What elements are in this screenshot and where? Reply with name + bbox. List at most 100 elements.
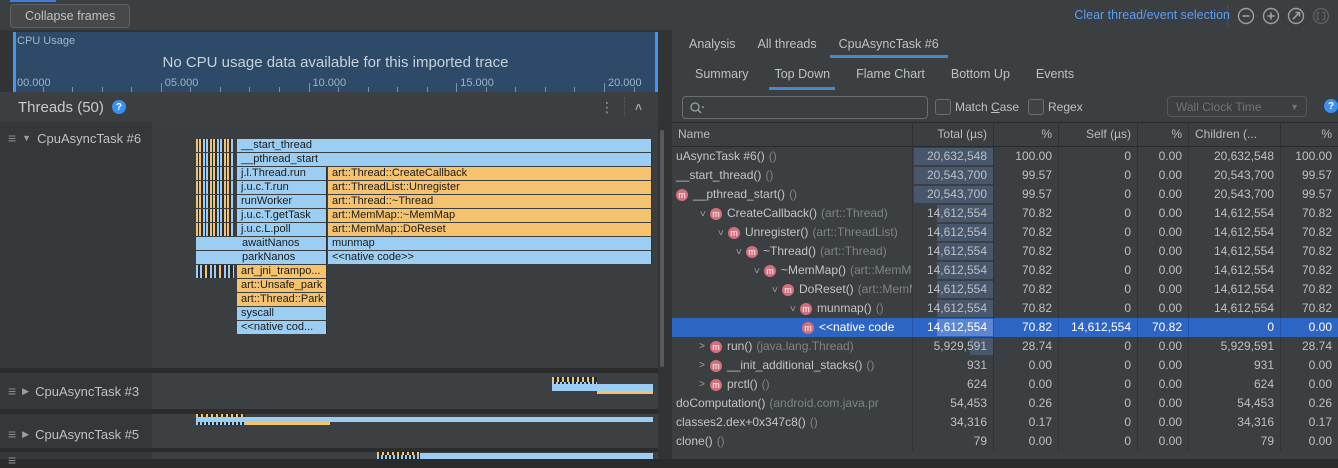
call-bar[interactable]: j.u.c.T.run <box>237 181 327 194</box>
call-bar[interactable]: j.u.c.L.poll <box>237 223 327 236</box>
expand-thread-icon[interactable]: ▶ <box>22 429 29 440</box>
thread-activity-bar[interactable] <box>552 384 653 391</box>
call-bar[interactable]: syscall <box>237 307 327 320</box>
search-icon[interactable] <box>689 101 705 115</box>
call-bar[interactable]: <<native code>> <box>328 251 652 264</box>
tree-row[interactable]: m<<native code14,612,55470.8214,612,5547… <box>672 318 1338 337</box>
collapse-node-icon[interactable]: > <box>747 263 766 279</box>
drag-handle-icon[interactable]: ≡ <box>8 452 16 468</box>
call-slices[interactable] <box>196 209 233 222</box>
tree-row[interactable]: uAsyncTask #6()()20,632,548100.0000.0020… <box>672 147 1338 166</box>
call-bar[interactable]: awaitNanos <box>196 237 327 250</box>
tree-row[interactable]: >mCreateCallback()(art::Thread)14,612,55… <box>672 204 1338 223</box>
thread-activity-bar[interactable] <box>420 453 653 459</box>
threads-options-icon[interactable]: ⋮ <box>600 99 614 116</box>
tree-row[interactable]: __start_thread()()20,543,70099.5700.0020… <box>672 166 1338 185</box>
tree-row[interactable]: >m~Thread()(art::Thread)14,612,55470.820… <box>672 242 1338 261</box>
collapse-node-icon[interactable]: > <box>783 301 802 317</box>
column-header-1[interactable]: Total (µs) <box>912 123 993 146</box>
column-header-2[interactable]: % <box>993 123 1058 146</box>
collapse-panel-icon[interactable]: > <box>631 103 645 110</box>
call-bar[interactable]: art::Thread::Park <box>237 293 327 306</box>
call-bar[interactable]: art::MemMap::DoReset <box>328 223 652 236</box>
tree-row[interactable]: >mUnregister()(art::ThreadList)14,612,55… <box>672 223 1338 242</box>
call-bar[interactable]: munmap <box>328 237 652 250</box>
regex-checkbox[interactable] <box>1028 99 1044 115</box>
subtab-bottom-up[interactable]: Bottom Up <box>938 59 1023 90</box>
collapse-frames-button[interactable]: Collapse frames <box>10 4 130 28</box>
call-slices[interactable] <box>196 265 234 278</box>
call-bar[interactable]: art_jni_trampo... <box>237 265 327 278</box>
call-bar[interactable]: __pthread_start <box>237 153 652 166</box>
tree-row[interactable]: >mmunmap()()14,612,55470.8200.0014,612,5… <box>672 299 1338 318</box>
tree-row[interactable]: >m~MemMap()(art::MemM14,612,55470.8200.0… <box>672 261 1338 280</box>
panel-divider[interactable] <box>658 30 672 459</box>
tree-row[interactable]: >mrun()(java.lang.Thread)5,929,59128.740… <box>672 337 1338 356</box>
thread-activity-bar[interactable] <box>597 391 653 394</box>
call-bar[interactable]: art::Thread::CreateCallback <box>328 167 652 180</box>
collapse-node-icon[interactable]: > <box>711 225 730 241</box>
thread-row-cpuasynctask-6[interactable]: ≡▼CpuAsyncTask #6__start_thread__pthread… <box>0 122 660 368</box>
call-bar[interactable]: parkNanos <box>196 251 327 264</box>
collapse-node-icon[interactable]: > <box>729 244 748 260</box>
call-bar[interactable]: __start_thread <box>237 139 652 152</box>
match-case-checkbox[interactable] <box>935 99 951 115</box>
collapse-node-icon[interactable]: > <box>693 206 712 222</box>
clock-type-dropdown[interactable]: Wall Clock Time ▼ <box>1167 96 1307 117</box>
thread-activity-bar[interactable] <box>245 422 330 425</box>
tree-row[interactable]: >mprctl()()6240.0000.006240.00 <box>672 375 1338 394</box>
regex-label[interactable]: Regex <box>1048 100 1083 114</box>
collapse-node-icon[interactable]: > <box>765 282 784 298</box>
thread-row-partial[interactable]: ≡ <box>0 452 660 459</box>
call-slices[interactable] <box>196 195 233 208</box>
scrollbar-thumb[interactable] <box>660 130 664 367</box>
search-input[interactable] <box>682 96 928 119</box>
reset-zoom-icon[interactable] <box>1287 7 1305 25</box>
call-bar[interactable]: art::Thread::~Thread <box>328 195 652 208</box>
expand-node-icon[interactable]: > <box>694 337 710 356</box>
subtab-summary[interactable]: Summary <box>682 59 761 90</box>
tree-row[interactable]: m__pthread_start()()20,543,70099.5700.00… <box>672 185 1338 204</box>
drag-handle-icon[interactable]: ≡ <box>8 383 16 399</box>
tab-all-threads[interactable]: All threads <box>747 32 828 58</box>
column-header-4[interactable]: % <box>1137 123 1188 146</box>
call-slices[interactable] <box>196 181 233 194</box>
column-header-6[interactable]: % <box>1280 123 1338 146</box>
call-slices[interactable] <box>196 139 233 152</box>
call-bar[interactable]: runWorker <box>237 195 327 208</box>
tree-row[interactable]: clone()()790.0000.00790.00 <box>672 432 1338 451</box>
tree-row[interactable]: >m__init_additional_stacks()()9310.0000.… <box>672 356 1338 375</box>
subtab-events[interactable]: Events <box>1023 59 1087 90</box>
call-bar[interactable]: <<native cod... <box>237 321 327 334</box>
match-case-label[interactable]: Match Case <box>955 100 1019 114</box>
tree-row[interactable]: classes2.dex+0x347c8()()34,3160.1700.003… <box>672 413 1338 432</box>
zoom-in-icon[interactable] <box>1262 7 1280 25</box>
call-bar[interactable]: art::MemMap::~MemMap <box>328 209 652 222</box>
column-header-3[interactable]: Self (µs) <box>1058 123 1137 146</box>
expand-thread-icon[interactable]: ▶ <box>22 386 29 397</box>
subtab-flame-chart[interactable]: Flame Chart <box>843 59 938 90</box>
call-slices[interactable] <box>196 167 233 180</box>
column-header-5[interactable]: Children (... <box>1188 123 1280 146</box>
thread-row-cpuasynctask-5[interactable]: ≡▶CpuAsyncTask #5 <box>0 414 660 448</box>
call-bar[interactable]: art::ThreadList::Unregister <box>328 181 652 194</box>
clock-help-icon[interactable]: ? <box>1324 99 1338 113</box>
subtab-top-down[interactable]: Top Down <box>761 59 843 90</box>
call-slices[interactable] <box>196 153 233 166</box>
call-slices[interactable] <box>196 223 233 236</box>
clear-thread-event-selection-link[interactable]: Clear thread/event selection <box>1074 8 1230 22</box>
call-bar[interactable]: j.l.Thread.run <box>237 167 327 180</box>
expand-node-icon[interactable]: > <box>694 375 710 394</box>
call-bar[interactable]: art::Unsafe_park <box>237 279 327 292</box>
tree-row[interactable]: >mDoReset()(art::MemM14,612,55470.8200.0… <box>672 280 1338 299</box>
expand-node-icon[interactable]: > <box>694 356 710 375</box>
tab-cpuasynctask-6[interactable]: CpuAsyncTask #6 <box>828 32 950 58</box>
tree-row[interactable]: doComputation()(android.com.java.pr54,45… <box>672 394 1338 413</box>
thread-activity-bar[interactable] <box>377 452 420 459</box>
call-bar[interactable]: j.u.c.T.getTask <box>237 209 327 222</box>
zoom-out-icon[interactable] <box>1237 7 1255 25</box>
drag-handle-icon[interactable]: ≡ <box>8 426 16 442</box>
column-header-0[interactable]: Name <box>672 123 912 146</box>
thread-row-cpuasynctask-3[interactable]: ≡▶CpuAsyncTask #3 <box>0 373 660 409</box>
threads-help-icon[interactable]: ? <box>112 100 126 114</box>
